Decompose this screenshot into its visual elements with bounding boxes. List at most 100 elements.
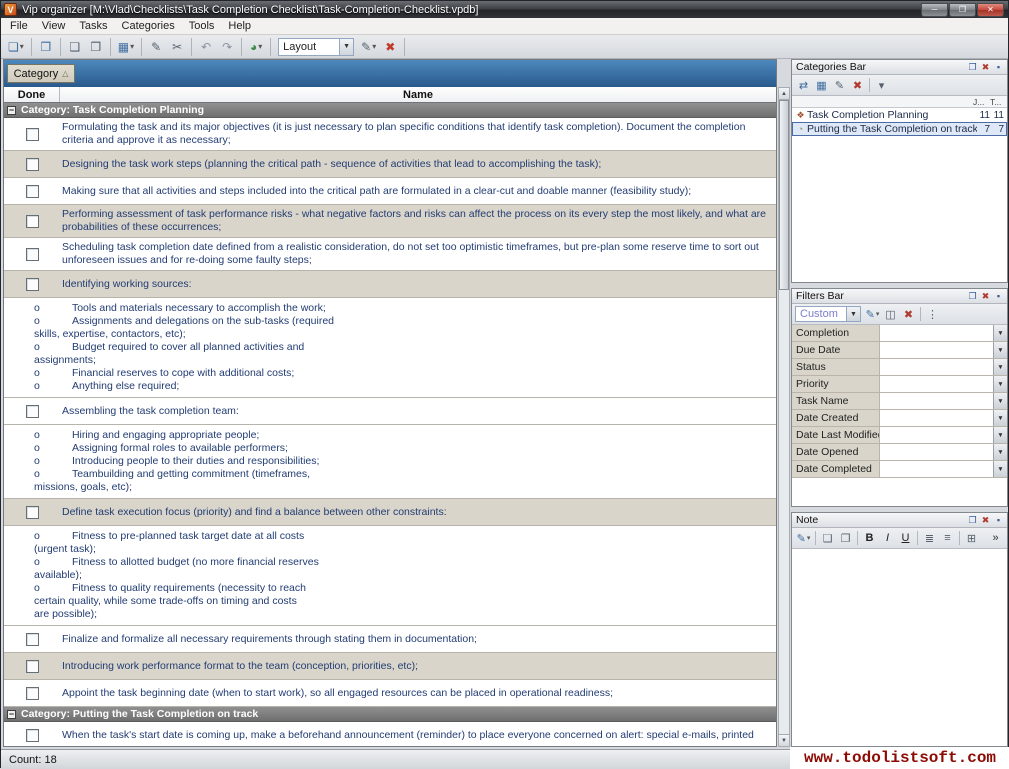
task-checkbox[interactable] bbox=[26, 405, 39, 418]
more-icon[interactable]: ⋮ bbox=[924, 306, 941, 323]
minimize-button[interactable]: ─ bbox=[921, 3, 948, 17]
pin-icon[interactable]: ▪ bbox=[992, 515, 1005, 526]
task-row[interactable]: Designing the task work steps (planning … bbox=[4, 151, 776, 178]
print-icon[interactable]: ❑ bbox=[65, 37, 85, 57]
chevron-down-icon[interactable]: ▼ bbox=[993, 342, 1007, 358]
print-preview-icon[interactable]: ❒ bbox=[86, 37, 106, 57]
maximize-icon[interactable]: ❐ bbox=[966, 515, 979, 526]
menu-help[interactable]: Help bbox=[221, 19, 258, 33]
task-checkbox[interactable] bbox=[26, 185, 39, 198]
maximize-button[interactable]: ❐ bbox=[949, 3, 976, 17]
chevron-down-icon[interactable]: ▼ bbox=[993, 393, 1007, 409]
layout-combobox[interactable]: Layout ▼ bbox=[278, 38, 354, 56]
new-task-icon[interactable]: ❏▾ bbox=[5, 37, 27, 57]
filter-field-value[interactable]: ▼ bbox=[880, 444, 1007, 460]
task-checkbox[interactable] bbox=[26, 687, 39, 700]
category-column-header-button[interactable]: Category △ bbox=[7, 64, 75, 83]
done-column-header[interactable]: Done bbox=[4, 87, 60, 102]
filter-field-value[interactable]: ▼ bbox=[880, 393, 1007, 409]
chevron-down-icon[interactable]: ▼ bbox=[993, 376, 1007, 392]
edit-note-icon[interactable]: ✎▾ bbox=[795, 530, 812, 547]
underline-icon[interactable]: U bbox=[897, 530, 914, 547]
chevron-down-icon[interactable]: ▼ bbox=[993, 461, 1007, 477]
category-list-item[interactable]: ❖Task Completion Planning1111 bbox=[792, 108, 1007, 122]
edit-task-icon[interactable]: ✎ bbox=[146, 37, 166, 57]
vertical-scrollbar[interactable]: ▲ ▼ bbox=[778, 87, 790, 747]
collapse-icon[interactable]: − bbox=[7, 710, 16, 719]
close-button[interactable]: ✕ bbox=[977, 3, 1004, 17]
scrollbar-thumb[interactable] bbox=[779, 100, 789, 290]
filter-field-value[interactable]: ▼ bbox=[880, 325, 1007, 341]
filter-field-value[interactable]: ▼ bbox=[880, 359, 1007, 375]
scroll-down-icon[interactable]: ▼ bbox=[779, 734, 789, 746]
task-row[interactable]: Scheduling task completion date defined … bbox=[4, 238, 776, 271]
bold-icon[interactable]: B bbox=[861, 530, 878, 547]
menu-file[interactable]: File bbox=[3, 19, 35, 33]
chevron-down-icon[interactable]: ▼ bbox=[993, 410, 1007, 426]
italic-icon[interactable]: I bbox=[879, 530, 896, 547]
task-row[interactable]: Introducing work performance format to t… bbox=[4, 653, 776, 680]
scrollbar-track[interactable] bbox=[779, 100, 789, 734]
task-row[interactable]: When the task's start date is coming up,… bbox=[4, 722, 776, 746]
chevron-down-icon[interactable]: ▼ bbox=[993, 325, 1007, 341]
menu-categories[interactable]: Categories bbox=[115, 19, 182, 33]
task-sublist-row[interactable]: o Hiring and engaging appropriate people… bbox=[4, 425, 776, 499]
category-group-row[interactable]: −Category: Task Completion Planning bbox=[4, 103, 776, 118]
more-icon[interactable]: ▾ bbox=[873, 77, 890, 94]
paste-icon[interactable]: ❐ bbox=[837, 530, 854, 547]
view-grid-icon[interactable]: ▦▾ bbox=[115, 37, 137, 57]
filter-field-value[interactable]: ▼ bbox=[880, 461, 1007, 477]
task-checkbox[interactable] bbox=[26, 128, 39, 141]
undo-icon[interactable]: ↶ bbox=[196, 37, 216, 57]
insert-icon[interactable]: ❏ bbox=[819, 530, 836, 547]
category-list-item[interactable]: ◔Putting the Task Completion on track77 bbox=[792, 122, 1007, 136]
task-row[interactable]: Making sure that all activities and step… bbox=[4, 178, 776, 205]
manage-categories-icon[interactable]: ▦ bbox=[813, 77, 830, 94]
task-row[interactable]: Define task execution focus (priority) a… bbox=[4, 499, 776, 526]
task-checkbox[interactable] bbox=[26, 660, 39, 673]
delete-layout-icon[interactable]: ✖ bbox=[380, 37, 400, 57]
task-checkbox[interactable] bbox=[26, 248, 39, 261]
delete-category-icon[interactable]: ✖ bbox=[849, 77, 866, 94]
add-subtask-icon[interactable]: ❐ bbox=[36, 37, 56, 57]
menu-tools[interactable]: Tools bbox=[182, 19, 222, 33]
move-task-to-category-icon[interactable]: ⇄ bbox=[795, 77, 812, 94]
maximize-icon[interactable]: ❐ bbox=[966, 62, 979, 73]
maximize-icon[interactable]: ❐ bbox=[966, 291, 979, 302]
task-checkbox[interactable] bbox=[26, 633, 39, 646]
scroll-up-icon[interactable]: ▲ bbox=[779, 88, 789, 100]
reports-icon[interactable]: ◕▾ bbox=[246, 37, 266, 57]
menu-tasks[interactable]: Tasks bbox=[72, 19, 114, 33]
task-checkbox[interactable] bbox=[26, 158, 39, 171]
chevron-down-icon[interactable]: ▼ bbox=[846, 307, 860, 321]
task-checkbox[interactable] bbox=[26, 278, 39, 291]
apply-filter-icon[interactable]: ✎▾ bbox=[864, 306, 881, 323]
pin-icon[interactable]: ▪ bbox=[992, 291, 1005, 302]
bullet-list-icon[interactable]: ≡ bbox=[939, 530, 956, 547]
pin-icon[interactable]: ▪ bbox=[992, 62, 1005, 73]
categories-col2-header[interactable]: T... bbox=[990, 96, 1007, 107]
filter-field-value[interactable]: ▼ bbox=[880, 376, 1007, 392]
task-checkbox[interactable] bbox=[26, 729, 39, 742]
clear-filter-icon[interactable]: ◫ bbox=[882, 306, 899, 323]
close-icon[interactable]: ✖ bbox=[979, 291, 992, 302]
title-bar[interactable]: V Vip organizer [M:\Vlad\Checklists\Task… bbox=[1, 1, 1008, 18]
task-sublist-row[interactable]: o Fitness to pre-planned task target dat… bbox=[4, 526, 776, 626]
indent-icon[interactable]: ⊞ bbox=[963, 530, 980, 547]
task-row[interactable]: Finalize and formalize all necessary req… bbox=[4, 626, 776, 653]
filter-field-value[interactable]: ▼ bbox=[880, 410, 1007, 426]
chevron-down-icon[interactable]: ▼ bbox=[993, 444, 1007, 460]
category-group-row[interactable]: −Category: Putting the Task Completion o… bbox=[4, 707, 776, 722]
numbered-list-icon[interactable]: ≣ bbox=[921, 530, 938, 547]
more-icon[interactable]: » bbox=[987, 530, 1004, 547]
close-icon[interactable]: ✖ bbox=[979, 62, 992, 73]
edit-category-icon[interactable]: ✎ bbox=[831, 77, 848, 94]
filter-field-value[interactable]: ▼ bbox=[880, 342, 1007, 358]
filter-field-value[interactable]: ▼ bbox=[880, 427, 1007, 443]
collapse-icon[interactable]: − bbox=[7, 106, 16, 115]
chevron-down-icon[interactable]: ▼ bbox=[993, 359, 1007, 375]
task-row[interactable]: Assembling the task completion team: bbox=[4, 398, 776, 425]
redo-icon[interactable]: ↷ bbox=[217, 37, 237, 57]
task-row[interactable]: Identifying working sources: bbox=[4, 271, 776, 298]
chevron-down-icon[interactable]: ▼ bbox=[993, 427, 1007, 443]
